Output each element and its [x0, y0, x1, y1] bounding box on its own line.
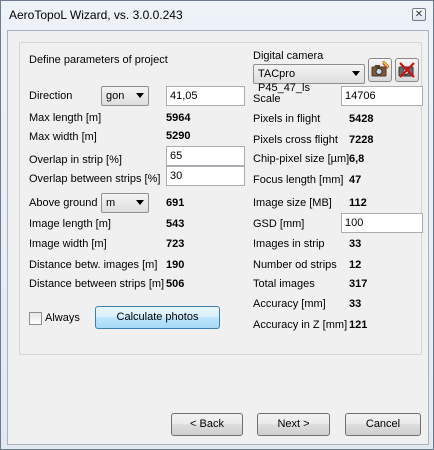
- close-icon: ✕: [414, 9, 424, 20]
- distance-images-value: 190: [166, 259, 185, 271]
- overlap-strip-label: Overlap in strip [%]: [29, 154, 122, 166]
- next-button[interactable]: Next >: [257, 413, 330, 436]
- chip-pixel-value: 6,8: [349, 153, 365, 165]
- pixels-cross-value: 7228: [349, 134, 374, 146]
- accuracy-label: Accuracy [mm]: [253, 298, 326, 310]
- camera-delete-button[interactable]: [395, 58, 419, 82]
- distance-images-label: Distance betw. images [m]: [29, 259, 158, 271]
- window-title: AeroTopoL Wizard, vs. 3.0.0.243: [9, 8, 183, 22]
- camera-edit-icon: [371, 60, 390, 77]
- total-images-value: 317: [349, 278, 368, 290]
- direction-unit-select[interactable]: gon: [101, 86, 149, 106]
- chevron-down-icon: [352, 71, 360, 76]
- gsd-input[interactable]: 100: [341, 213, 423, 233]
- chevron-down-icon: [136, 200, 144, 205]
- chevron-down-icon: [136, 93, 144, 98]
- image-length-label: Image length [m]: [29, 218, 111, 230]
- image-size-value: 112: [349, 197, 367, 209]
- total-images-label: Total images: [253, 278, 315, 290]
- above-ground-unit-select[interactable]: m: [101, 193, 149, 213]
- images-strip-value: 33: [349, 238, 362, 250]
- max-length-value: 5964: [166, 112, 191, 124]
- chip-pixel-label: Chip-pixel size [µm]: [253, 153, 350, 165]
- always-checkbox[interactable]: [29, 312, 42, 325]
- camera-delete-icon: [398, 62, 415, 78]
- image-width-value: 723: [166, 238, 185, 250]
- focus-length-value: 47: [349, 174, 362, 186]
- camera-select-value: TACpro P45_47_ls: [258, 68, 310, 94]
- distance-strips-value: 506: [166, 278, 185, 290]
- direction-label: Direction: [29, 90, 73, 102]
- max-width-label: Max width [m]: [29, 131, 97, 143]
- max-length-label: Max length [m]: [29, 112, 102, 124]
- images-strip-label: Images in strip: [253, 238, 325, 250]
- cancel-button[interactable]: Cancel: [345, 413, 421, 436]
- number-strips-value: 12: [349, 259, 362, 271]
- close-button[interactable]: ✕: [412, 8, 426, 21]
- image-length-value: 543: [166, 218, 185, 230]
- gsd-label: GSD [mm]: [253, 218, 305, 230]
- camera-edit-button[interactable]: [368, 58, 392, 82]
- above-ground-value: 691: [166, 197, 185, 209]
- scale-input[interactable]: 14706: [341, 86, 423, 106]
- distance-strips-label: Distance between strips [m]: [29, 278, 165, 290]
- overlap-strip-input[interactable]: 65: [166, 146, 245, 166]
- image-width-label: Image width [m]: [29, 238, 107, 250]
- max-width-value: 5290: [166, 130, 191, 142]
- direction-unit-value: gon: [106, 90, 125, 102]
- camera-select[interactable]: TACpro P45_47_ls: [253, 64, 365, 94]
- pixels-flight-value: 5428: [349, 113, 374, 125]
- accuracy-z-label: Accuracy in Z [mm]: [253, 319, 348, 331]
- scale-label: Scale: [253, 93, 281, 105]
- accuracy-z-value: 121: [349, 319, 368, 331]
- title-bar: AeroTopoL Wizard, vs. 3.0.0.243 ✕: [1, 1, 433, 29]
- section-title: Define parameters of project: [29, 54, 168, 66]
- calculate-photos-button[interactable]: Calculate photos: [95, 306, 220, 329]
- above-ground-unit-value: m: [106, 197, 116, 209]
- focus-length-label: Focus length [mm]: [253, 174, 344, 186]
- always-label: Always: [45, 312, 80, 324]
- overlap-between-label: Overlap between strips [%]: [29, 173, 161, 185]
- direction-input[interactable]: 41,05: [166, 86, 245, 106]
- back-button[interactable]: < Back: [171, 413, 243, 436]
- accuracy-value: 33: [349, 298, 362, 310]
- image-size-label: Image size [MB]: [253, 197, 332, 209]
- overlap-between-input[interactable]: 30: [166, 166, 245, 186]
- number-strips-label: Number od strips: [253, 259, 337, 271]
- pixels-flight-label: Pixels in flight: [253, 113, 321, 125]
- camera-label: Digital camera: [253, 50, 324, 62]
- above-ground-label: Above ground: [29, 197, 98, 209]
- pixels-cross-label: Pixels cross flight: [253, 134, 338, 146]
